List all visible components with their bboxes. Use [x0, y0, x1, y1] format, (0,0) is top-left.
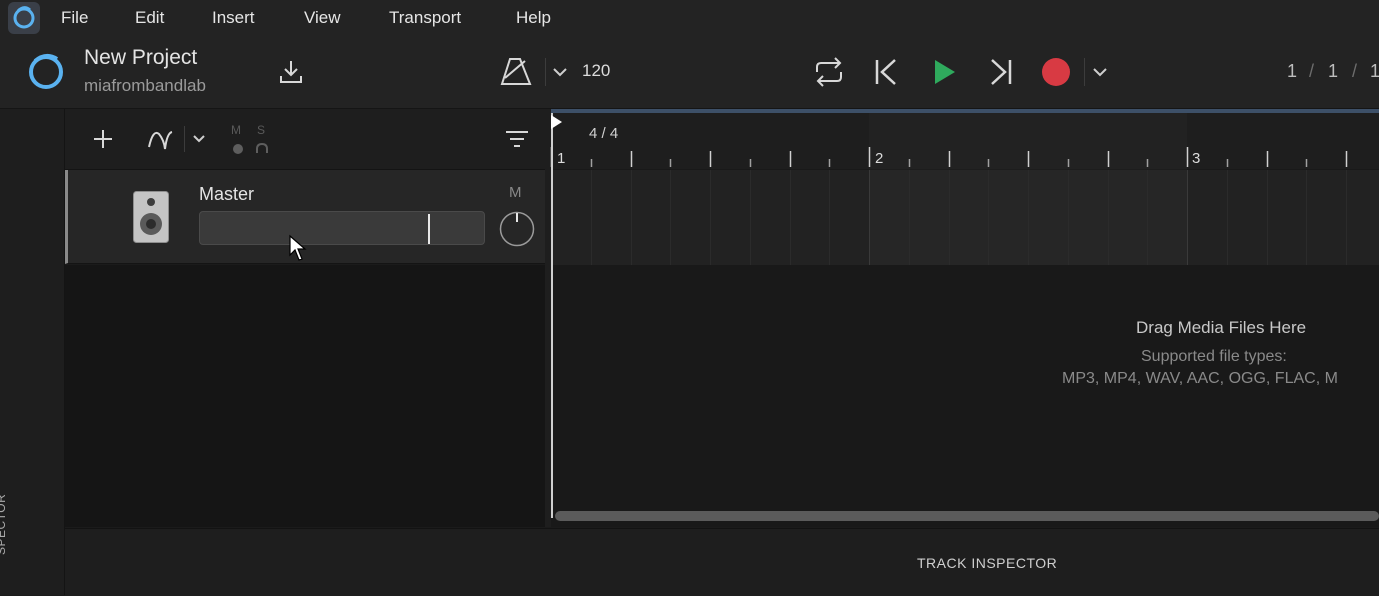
- menu-bar: [0, 0, 1379, 36]
- time-signature[interactable]: 4 / 4: [589, 125, 618, 142]
- drop-zone-subtitle: Supported file types:: [1141, 348, 1287, 365]
- bar-number-3: 3: [1192, 150, 1201, 167]
- loop-icon[interactable]: [812, 56, 846, 88]
- track-toolbar: [65, 109, 545, 170]
- menu-insert[interactable]: Insert: [212, 8, 255, 28]
- menu-view[interactable]: View: [304, 8, 341, 28]
- skip-forward-icon[interactable]: [989, 59, 1013, 85]
- chevron-down-icon[interactable]: [553, 67, 567, 77]
- bar-number-2: 2: [875, 150, 884, 167]
- master-mute-button[interactable]: M: [509, 184, 522, 201]
- skip-back-icon[interactable]: [874, 59, 898, 85]
- track-inspector-panel[interactable]: [65, 528, 1379, 596]
- automation-icon[interactable]: [148, 128, 174, 150]
- mute-all-label: M: [231, 123, 241, 137]
- position-tick: 1: [1370, 61, 1379, 81]
- record-icon[interactable]: [1041, 56, 1073, 88]
- position-beat: 1: [1328, 61, 1339, 81]
- pan-knob-icon[interactable]: [499, 211, 535, 247]
- menu-transport[interactable]: Transport: [389, 8, 461, 28]
- filter-icon[interactable]: [505, 130, 529, 148]
- master-volume-slider[interactable]: [199, 211, 485, 245]
- separator: [184, 126, 185, 152]
- drop-zone-file-types: MP3, MP4, WAV, AAC, OGG, FLAC, M: [1062, 370, 1338, 387]
- track-inspector-label[interactable]: TRACK INSPECTOR: [917, 555, 1057, 571]
- project-owner: miafrombandlab: [84, 76, 206, 95]
- speaker-icon: [133, 191, 169, 243]
- timeline-horizontal-scrollbar[interactable]: [555, 511, 1379, 521]
- playhead-marker-icon[interactable]: [551, 115, 563, 131]
- header-bar: [0, 36, 1379, 109]
- mute-dot-icon[interactable]: [232, 143, 244, 155]
- tempo-value[interactable]: 120: [582, 61, 610, 81]
- chevron-down-icon[interactable]: [193, 135, 205, 143]
- download-icon[interactable]: [279, 59, 303, 85]
- playhead-line[interactable]: [551, 113, 553, 518]
- menu-help[interactable]: Help: [516, 8, 551, 28]
- bandlab-logo-icon: [13, 6, 35, 29]
- solo-all-label: S: [257, 123, 266, 137]
- headphones-icon[interactable]: [255, 142, 269, 154]
- master-track-name[interactable]: Master: [199, 184, 254, 205]
- project-logo-icon: [29, 54, 63, 89]
- mouse-cursor-icon: [289, 234, 307, 261]
- volume-slider-thumb[interactable]: [428, 214, 431, 244]
- play-icon[interactable]: [932, 59, 958, 85]
- position-separator: /: [1352, 61, 1358, 81]
- menu-edit[interactable]: Edit: [135, 8, 164, 28]
- position-separator: /: [1309, 61, 1315, 81]
- track-list-area[interactable]: [65, 265, 545, 527]
- position-bar: 1: [1287, 61, 1298, 81]
- bar-number-1: 1: [557, 150, 566, 167]
- timeline-grid: [550, 147, 1348, 265]
- plus-icon[interactable]: [93, 129, 113, 149]
- inspector-side-label[interactable]: SPECTOR: [0, 494, 8, 555]
- chevron-down-icon[interactable]: [1093, 67, 1107, 77]
- drop-zone-title: Drag Media Files Here: [1136, 318, 1307, 337]
- separator: [545, 58, 546, 86]
- menu-file[interactable]: File: [61, 8, 88, 28]
- project-title[interactable]: New Project: [84, 46, 197, 70]
- separator: [1084, 58, 1085, 86]
- metronome-icon[interactable]: [500, 56, 533, 86]
- app-logo[interactable]: [8, 2, 40, 34]
- inspector-side-panel[interactable]: [0, 109, 65, 595]
